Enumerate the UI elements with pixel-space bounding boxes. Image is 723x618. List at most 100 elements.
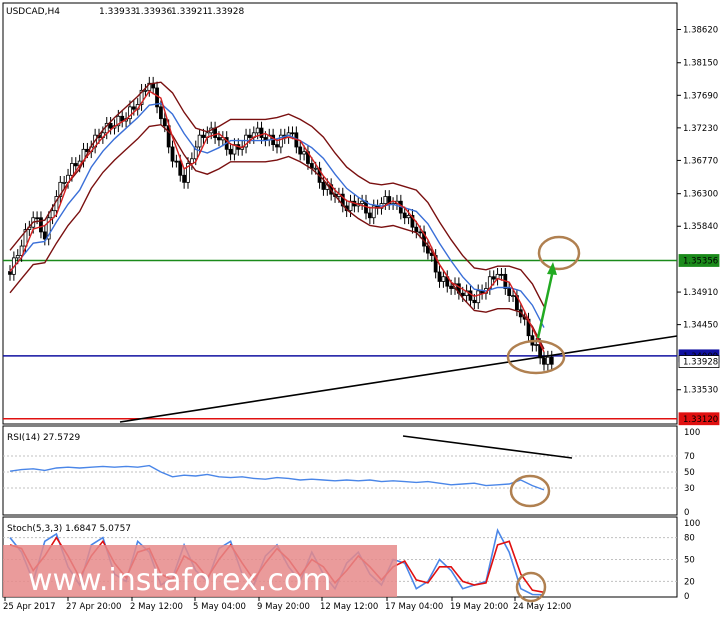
candle-body — [39, 217, 43, 233]
candle-body — [62, 181, 67, 184]
candle-body — [302, 151, 306, 155]
candle-body — [42, 231, 47, 240]
time-tick-label: 19 May 20:00 — [450, 602, 508, 612]
candle-body — [507, 288, 512, 297]
candle-body — [228, 148, 233, 155]
rsi-axis: 100 70 50 30 0 — [684, 428, 700, 518]
time-tick-label: 12 May 12:00 — [320, 602, 378, 612]
watermark-text: www.instaforex.com — [28, 563, 331, 598]
candle-body — [15, 255, 20, 259]
symbol-label: USDCAD,H4 — [6, 7, 60, 17]
candle-body — [108, 122, 113, 129]
candle-body — [549, 356, 554, 365]
candle-body — [402, 212, 407, 219]
time-tick-label: 9 May 20:00 — [257, 602, 310, 612]
candle-body — [255, 127, 260, 134]
candle-body — [259, 127, 264, 138]
stoch-tick-label: 100 — [684, 519, 700, 529]
candle-body — [73, 163, 78, 167]
price-tick-label: 1.38150 — [683, 59, 718, 69]
time-axis: 25 Apr 2017 27 Apr 20:00 2 May 12:00 5 May … — [3, 597, 571, 612]
candle-body — [298, 146, 303, 155]
candle-body — [383, 196, 388, 204]
price-tick-label: 1.33530 — [683, 386, 718, 396]
candle-body — [406, 214, 411, 219]
price-tick-label: 1.35840 — [683, 222, 718, 232]
candle-body — [534, 344, 539, 346]
ohlc-close: 1.33928 — [207, 7, 244, 17]
price-panel — [2, 2, 678, 425]
rsi-tick-label: 100 — [684, 428, 700, 438]
candle-body — [159, 106, 163, 120]
candle-body — [263, 137, 268, 141]
ohlc-low: 1.33921 — [171, 7, 208, 17]
rsi-title: RSI(14) 27.5729 — [7, 433, 80, 443]
ohlc-high: 1.33936 — [135, 7, 172, 17]
candle-body — [217, 137, 221, 141]
price-tick-label: 1.36300 — [683, 190, 718, 200]
candle-body — [360, 200, 365, 204]
candle-body — [290, 132, 295, 135]
candle-body — [491, 276, 496, 280]
time-tick-label: 24 May 12:00 — [513, 602, 571, 612]
stoch-tick-label: 20 — [684, 577, 695, 587]
candle-body — [162, 118, 167, 127]
stoch-tick-label: 80 — [684, 534, 695, 544]
candle-body — [70, 163, 74, 176]
time-tick-label: 17 May 04:00 — [385, 602, 443, 612]
rsi-tick-label: 50 — [684, 468, 695, 478]
candle-body — [197, 134, 202, 148]
candle-body — [182, 174, 187, 183]
candle-body — [275, 144, 279, 148]
ohlc-open: 1.33933 — [99, 7, 136, 17]
chart-canvas: www.instaforex.com USDCAD,H4 1.33933 1.3… — [2, 2, 720, 612]
stoch-axis: 100 80 50 20 0 — [684, 519, 700, 602]
time-tick-label: 5 May 04:00 — [193, 602, 246, 612]
price-tick-label: 1.38620 — [683, 25, 718, 35]
rsi-tick-label: 0 — [684, 508, 689, 518]
candle-body — [201, 134, 206, 138]
time-tick-label: 25 Apr 2017 — [3, 602, 56, 612]
candle-body — [143, 89, 148, 92]
rsi-tick-label: 70 — [684, 452, 695, 462]
stoch-title: Stoch(5,3,3) 1.6847 5.0757 — [7, 524, 131, 534]
candle-body — [313, 167, 318, 170]
candle-body — [35, 217, 39, 220]
price-tick-label: 1.37690 — [683, 91, 718, 101]
rsi-panel — [2, 425, 678, 516]
candle-body — [545, 356, 550, 365]
candle-body — [248, 134, 252, 138]
candle-body — [414, 226, 419, 233]
candle-body — [468, 290, 473, 301]
price-tick-label: 1.36770 — [683, 156, 718, 166]
rsi-tick-label: 30 — [684, 484, 695, 494]
candle-body — [367, 212, 372, 219]
price-tick-label: 1.37230 — [683, 124, 718, 134]
price-tick-label: 1.33120 — [683, 415, 718, 425]
stoch-tick-label: 50 — [684, 556, 695, 566]
time-tick-label: 27 Apr 20:00 — [66, 602, 121, 612]
candle-body — [542, 357, 546, 365]
candle-body — [131, 106, 136, 110]
candle-body — [441, 276, 446, 282]
candle-body — [437, 271, 442, 282]
stoch-tick-label: 0 — [684, 592, 689, 602]
candle-body — [511, 295, 515, 298]
candle-body — [174, 160, 179, 163]
candle-body — [8, 271, 12, 275]
candle-body — [170, 146, 175, 162]
price-tick-label: 1.34450 — [683, 321, 718, 331]
candle-body — [472, 299, 477, 304]
candle-body — [460, 292, 465, 297]
candle-body — [213, 127, 217, 138]
candle-body — [449, 285, 454, 289]
price-axis: 1.38620 1.38150 1.37690 1.37230 1.36770 1.363… — [677, 25, 720, 426]
price-tick-label: 1.33928 — [683, 358, 718, 368]
candle-body — [476, 290, 481, 304]
price-tick-label: 1.34910 — [683, 288, 718, 298]
candle-body — [418, 231, 423, 234]
candle-body — [499, 273, 504, 276]
price-tick-label: 1.35356 — [683, 256, 718, 266]
candle-body — [321, 181, 326, 190]
time-tick-label: 2 May 12:00 — [130, 602, 183, 612]
